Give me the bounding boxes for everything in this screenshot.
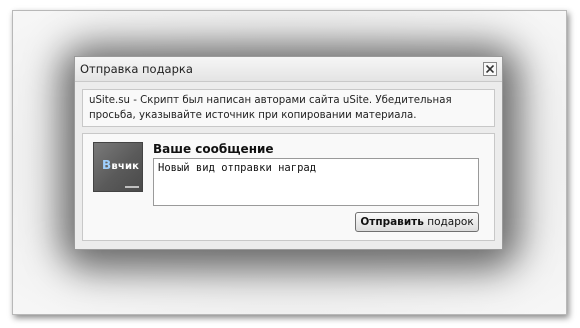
- gift-dialog: Отправка подарка uSite.su - Скрипт был н…: [74, 56, 503, 250]
- send-gift-button[interactable]: Отправить подарок: [355, 212, 479, 232]
- close-icon: [486, 65, 494, 73]
- gift-content-panel: Ввчик Ваше сообщение Новый вид отправки …: [82, 133, 495, 241]
- dialog-title: Отправка подарка: [80, 62, 193, 76]
- copyright-notice: uSite.su - Скрипт был написан авторами с…: [82, 89, 495, 127]
- gift-logo-mark: [125, 186, 139, 188]
- gift-logo-text: Ввчик: [102, 158, 140, 172]
- dialog-title-bar[interactable]: Отправка подарка: [75, 57, 502, 82]
- notice-text: uSite.su - Скрипт был написан авторами с…: [89, 95, 452, 121]
- message-input[interactable]: Новый вид отправки наград: [153, 158, 479, 206]
- send-button-label-rest: подарок: [423, 216, 474, 228]
- send-button-label-strong: Отправить: [360, 216, 424, 228]
- close-button[interactable]: [483, 62, 497, 76]
- message-label: Ваше сообщение: [153, 142, 274, 156]
- gift-image: Ввчик: [93, 142, 143, 192]
